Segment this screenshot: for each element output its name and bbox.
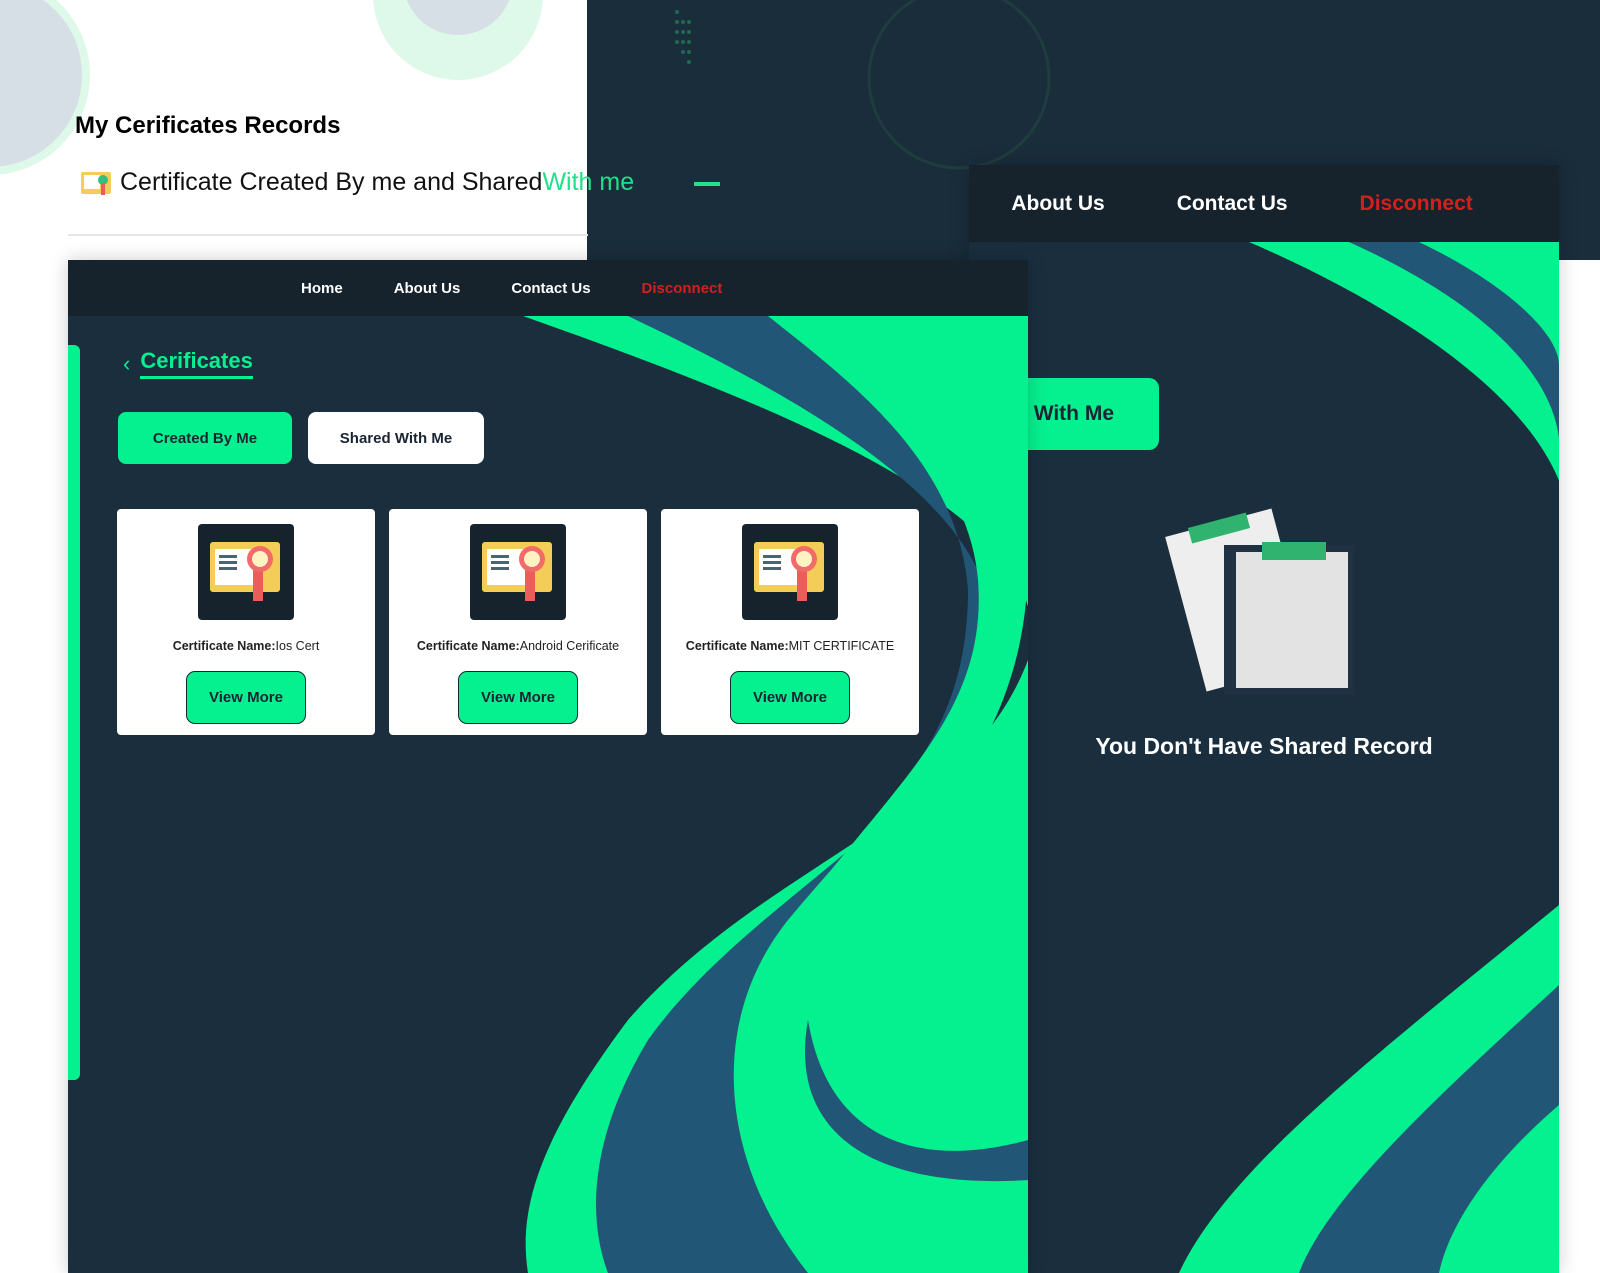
- nav-disconnect[interactable]: Disconnect: [1360, 192, 1473, 216]
- nav-about[interactable]: About Us: [394, 280, 461, 297]
- page-subtitle: Certificate Created By me and Shared Wit…: [80, 168, 634, 197]
- certificate-name: Certificate Name:MIT CERTIFICATE: [686, 639, 894, 653]
- nav-disconnect[interactable]: Disconnect: [642, 280, 723, 297]
- certificate-name-value: Ios Cert: [275, 639, 320, 653]
- certificate-name-label: Certificate Name:: [685, 639, 789, 653]
- certificate-icon: [742, 524, 838, 620]
- view-more-button[interactable]: View More: [730, 671, 850, 724]
- tab-created-by-me[interactable]: Created By Me: [118, 412, 292, 464]
- certificate-icon: [198, 524, 294, 620]
- certificate-name: Certificate Name:Android Cerificate: [417, 639, 619, 653]
- view-more-button[interactable]: View More: [458, 671, 578, 724]
- certificate-card: Certificate Name:MIT CERTIFICATE View Mo…: [661, 509, 919, 735]
- empty-message: You Don't Have Shared Record: [1095, 733, 1433, 759]
- shared-with-me-screen: me About Us Contact Us Disconnect red Wi…: [969, 165, 1559, 1273]
- nav-about[interactable]: About Us: [1011, 192, 1104, 216]
- empty-clipboard-icon: [1165, 508, 1354, 695]
- nav-home[interactable]: Home: [301, 280, 343, 297]
- certificate-icon: [81, 171, 111, 195]
- view-more-button[interactable]: View More: [186, 671, 306, 724]
- tab-shared-with-me[interactable]: Shared With Me: [308, 412, 484, 464]
- subtitle-highlight: With me: [542, 168, 635, 196]
- certificate-name-value: Android Cerificate: [519, 639, 620, 653]
- nav-contact[interactable]: Contact Us: [1177, 192, 1288, 216]
- accent-strip: [68, 345, 80, 1080]
- top-nav: me About Us Contact Us Disconnect: [969, 165, 1559, 242]
- nav-contact[interactable]: Contact Us: [511, 280, 590, 297]
- certificate-icon: [470, 524, 566, 620]
- chevron-left-icon: ‹: [123, 350, 131, 376]
- certificate-name-label: Certificate Name:: [172, 639, 276, 653]
- certificates-screen: Home About Us Contact Us Disconnect ‹ Ce…: [68, 260, 1028, 1273]
- certificate-name-label: Certificate Name:: [416, 639, 520, 653]
- dash-decoration: [694, 182, 720, 186]
- certificate-name-value: MIT CERTIFICATE: [788, 639, 895, 653]
- back-link[interactable]: ‹ Cerificates: [123, 348, 253, 379]
- certificate-card: Certificate Name:Android Cerificate View…: [389, 509, 647, 735]
- certificate-card: Certificate Name:Ios Cert View More: [117, 509, 375, 735]
- divider: [68, 234, 588, 236]
- subtitle-text: Certificate Created By me and Shared: [120, 168, 543, 196]
- section-title: Cerificates: [140, 348, 253, 379]
- wave-background: [1179, 242, 1559, 1273]
- certificate-name: Certificate Name:Ios Cert: [173, 639, 320, 653]
- top-nav: Home About Us Contact Us Disconnect: [68, 260, 1028, 316]
- page-title: My Cerificates Records: [75, 112, 341, 139]
